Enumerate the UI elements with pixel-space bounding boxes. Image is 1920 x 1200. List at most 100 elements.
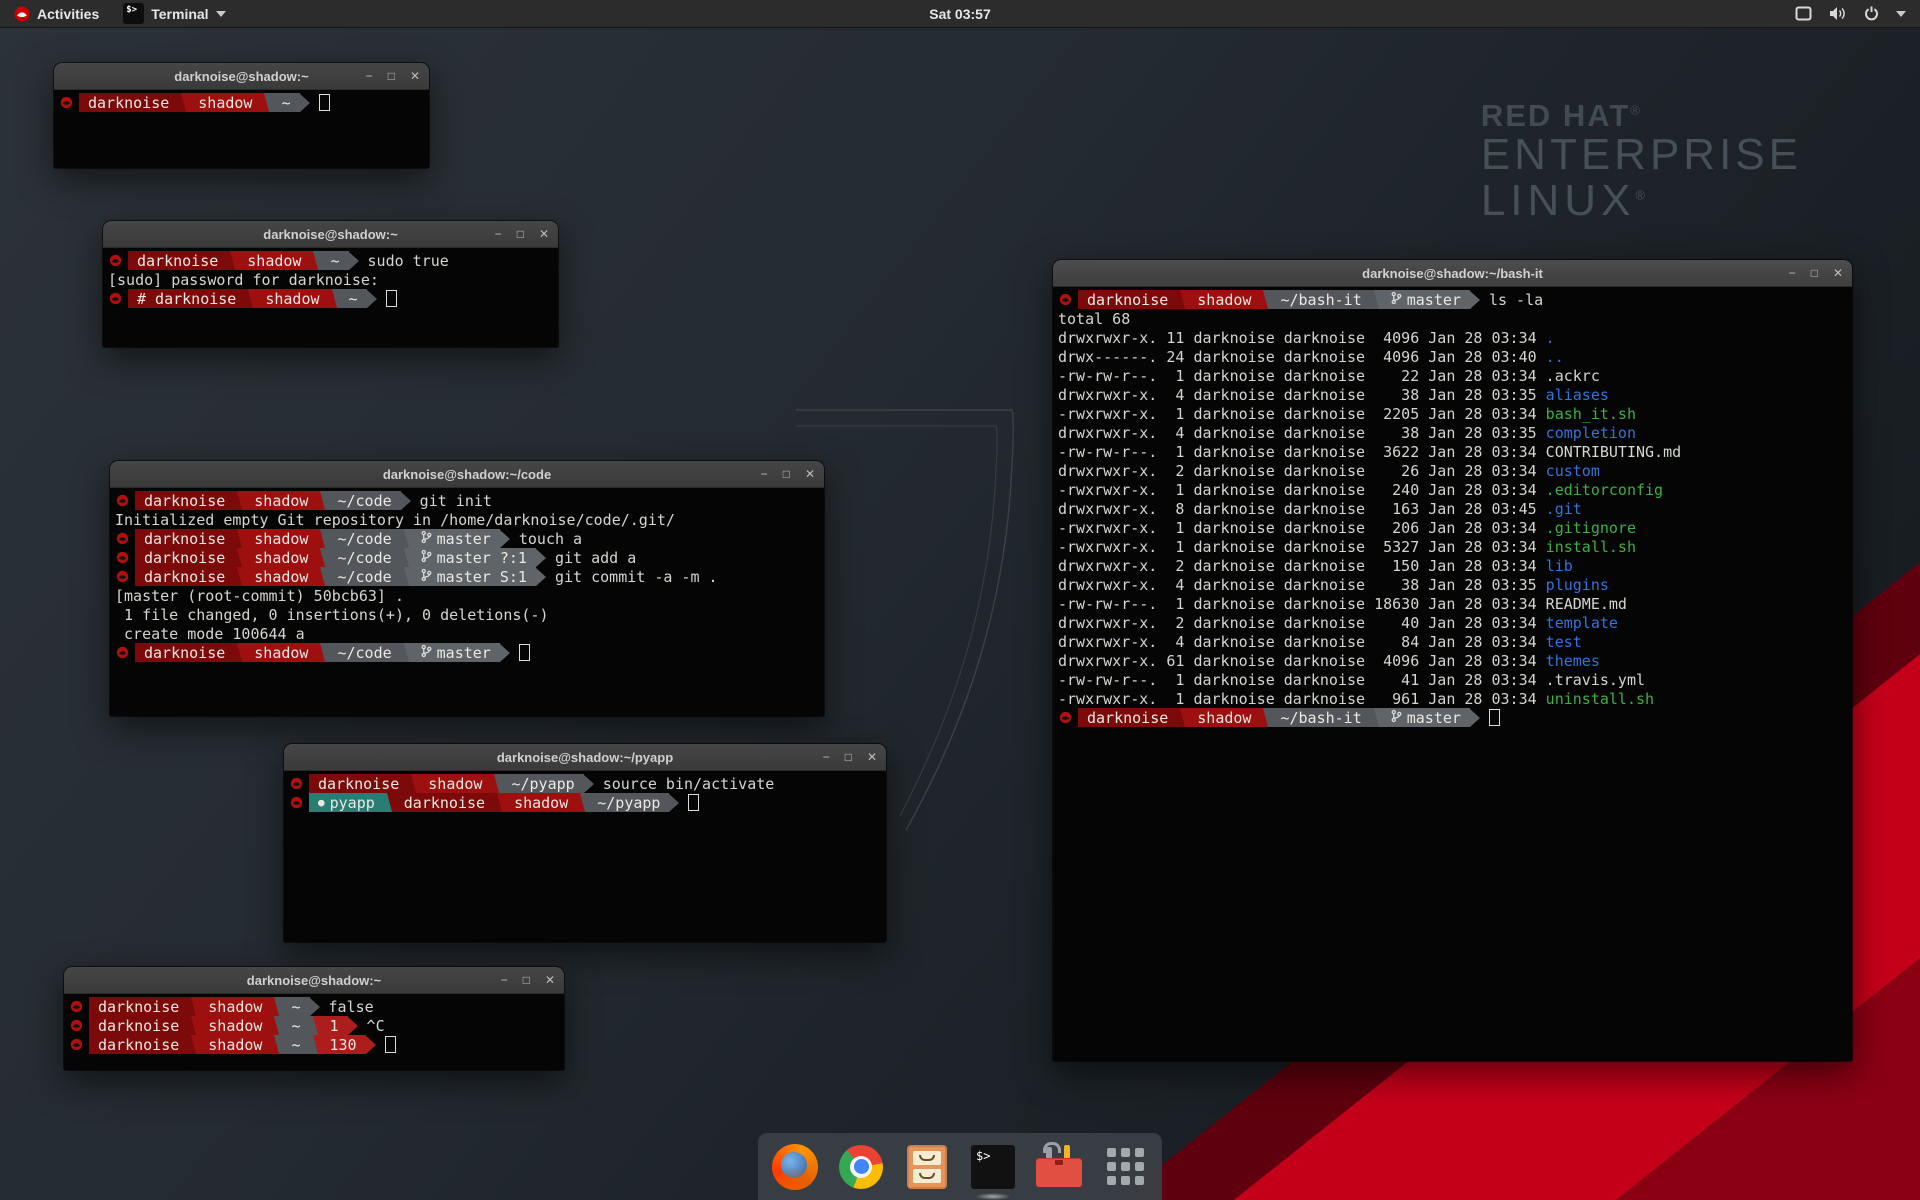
ls-row: -rw-rw-r--. 1 darknoise darknoise 41 Jan… — [1055, 670, 1852, 689]
maximize-button[interactable]: □ — [523, 974, 530, 986]
maximize-button[interactable]: □ — [845, 751, 852, 763]
app-menu-terminal[interactable]: $> Terminal — [113, 0, 235, 27]
terminal-window: darknoise@shadow:~/pyapp−□✕darknoiseshad… — [284, 744, 886, 942]
volume-icon[interactable] — [1829, 6, 1847, 21]
segment-separator — [234, 567, 245, 586]
system-menu-chevron-icon[interactable] — [1896, 11, 1906, 17]
terminal-output-line: 1 file changed, 0 insertions(+), 0 delet… — [112, 605, 824, 624]
prompt-segment-host: shadow — [238, 251, 310, 270]
prompt-arrow-icon — [500, 530, 510, 548]
ls-row: -rwxrwxr-x. 1 darknoise darknoise 206 Ja… — [1055, 518, 1852, 537]
minimize-button[interactable]: − — [495, 228, 502, 240]
prompt-segment-path: ~/pyapp — [588, 793, 669, 812]
window-titlebar[interactable]: darknoise@shadow:~/pyapp−□✕ — [284, 744, 886, 771]
prompt-arrow-icon — [584, 775, 594, 793]
ls-row: drwxrwxr-x. 61 darknoise darknoise 4096 … — [1055, 651, 1852, 670]
window-titlebar[interactable]: darknoise@shadow:~−□✕ — [103, 221, 558, 248]
redhat-prompt-icon — [109, 254, 122, 267]
minimize-button[interactable]: − — [1789, 267, 1796, 279]
redhat-prompt-icon — [116, 494, 129, 507]
clock[interactable]: Sat 03:57 — [929, 0, 990, 27]
prompt-segment-user: darknoise — [135, 548, 234, 567]
prompt-segment-host: shadow — [245, 548, 317, 567]
minimize-button[interactable]: − — [761, 468, 768, 480]
window-titlebar[interactable]: darknoise@shadow:~/bash-it−□✕ — [1053, 260, 1852, 287]
segment-separator — [317, 548, 328, 567]
maximize-button[interactable]: □ — [1811, 267, 1818, 279]
segment-separator — [234, 643, 245, 662]
prompt-arrow-icon — [310, 998, 320, 1016]
close-button[interactable]: ✕ — [867, 751, 877, 763]
ls-filename: template — [1546, 614, 1618, 632]
redhat-prompt-icon — [109, 292, 122, 305]
window-titlebar[interactable]: darknoise@shadow:~−□✕ — [64, 967, 564, 994]
minimize-button[interactable]: − — [501, 974, 508, 986]
terminal-output-line: [master (root-commit) 50bcb63] . — [112, 586, 824, 605]
prompt-segment-path: ~/code — [328, 567, 400, 586]
window-titlebar[interactable]: darknoise@shadow:~/code−□✕ — [110, 461, 824, 488]
segment-separator — [261, 93, 272, 112]
segment-separator — [577, 793, 588, 812]
prompt-segment-branch: master S:1 — [412, 567, 536, 586]
dock-item-chrome[interactable] — [837, 1143, 885, 1191]
git-branch-icon — [421, 549, 432, 567]
prompt-segment-path: ~ — [282, 1016, 309, 1035]
prompt-segment-host: shadow — [245, 491, 317, 510]
prompt-segment-path: ~/code — [328, 548, 400, 567]
redhat-prompt-icon — [116, 570, 129, 583]
ls-row: drwxrwxr-x. 2 darknoise darknoise 150 Ja… — [1055, 556, 1852, 575]
prompt-segment-user: darknoise — [1078, 290, 1177, 309]
close-button[interactable]: ✕ — [805, 468, 815, 480]
prompt-segment-path: ~ — [340, 289, 367, 308]
maximize-button[interactable]: □ — [783, 468, 790, 480]
prompt-segment-host: shadow — [245, 643, 317, 662]
ls-filename: test — [1546, 633, 1582, 651]
maximize-button[interactable]: □ — [388, 70, 395, 82]
terminal-content[interactable]: darknoiseshadow~ — [54, 90, 429, 168]
prompt-line: darknoiseshadow~/codemaster ?:1 git add … — [112, 548, 824, 567]
close-button[interactable]: ✕ — [545, 974, 555, 986]
terminal-content[interactable]: darknoiseshadow~ sudo true[sudo] passwor… — [103, 248, 558, 347]
ls-filename: README.md — [1546, 595, 1627, 613]
redhat-prompt-icon — [1059, 711, 1072, 724]
prompt-arrow-icon — [669, 794, 679, 812]
segment-separator — [329, 289, 340, 308]
close-button[interactable]: ✕ — [410, 70, 420, 82]
terminal-window: darknoise@shadow:~−□✕darknoiseshadow~ su… — [103, 221, 558, 347]
dock-item-firefox[interactable] — [771, 1143, 819, 1191]
dock-item-toolbox[interactable] — [1035, 1143, 1083, 1191]
git-branch-icon — [1391, 291, 1402, 309]
ls-row: -rw-rw-r--. 1 darknoise darknoise 18630 … — [1055, 594, 1852, 613]
segment-separator — [1177, 290, 1188, 309]
dock-item-files[interactable] — [903, 1143, 951, 1191]
dock-item-terminal[interactable]: $> — [969, 1143, 1017, 1191]
close-button[interactable]: ✕ — [1833, 267, 1843, 279]
prompt-segment-user: darknoise — [89, 1035, 188, 1054]
display-icon[interactable] — [1795, 6, 1812, 21]
terminal-content[interactable]: darknoiseshadow~/pyapp source bin/activa… — [284, 771, 886, 942]
terminal-output-line: [sudo] password for darknoise: — [105, 270, 558, 289]
command-text: touch a — [510, 530, 582, 548]
segment-separator — [401, 643, 412, 662]
prompt-arrow-icon — [348, 1017, 358, 1035]
prompt-segment-path: ~/code — [328, 529, 400, 548]
ls-row: -rwxrwxr-x. 1 darknoise darknoise 961 Ja… — [1055, 689, 1852, 708]
maximize-button[interactable]: □ — [517, 228, 524, 240]
git-branch-icon — [1391, 709, 1402, 727]
terminal-content[interactable]: darknoiseshadow~ falsedarknoiseshadow~1 … — [64, 994, 564, 1070]
power-icon[interactable] — [1864, 6, 1879, 21]
activities-button[interactable]: Activities — [0, 0, 113, 27]
minimize-button[interactable]: − — [366, 70, 373, 82]
dock-item-app-grid[interactable] — [1101, 1143, 1149, 1191]
git-branch-icon — [421, 568, 432, 586]
ls-filename: plugins — [1546, 576, 1609, 594]
minimize-button[interactable]: − — [823, 751, 830, 763]
prompt-segment-user: darknoise — [309, 774, 408, 793]
prompt-segment-venv: ●pyapp — [309, 793, 384, 812]
terminal-content[interactable]: darknoiseshadow~/bash-itmaster ls -latot… — [1053, 287, 1852, 1061]
close-button[interactable]: ✕ — [539, 228, 549, 240]
segment-separator — [317, 643, 328, 662]
terminal-content[interactable]: darknoiseshadow~/code git initInitialize… — [110, 488, 824, 716]
window-titlebar[interactable]: darknoise@shadow:~−□✕ — [54, 63, 429, 90]
ls-filename: .ackrc — [1546, 367, 1600, 385]
